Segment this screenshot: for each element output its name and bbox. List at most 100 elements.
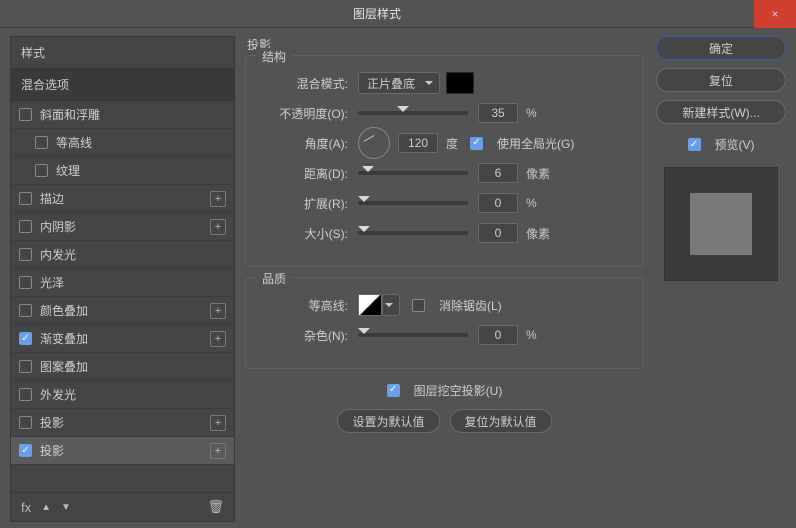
action-sidebar: 确定 复位 新建样式(W)... 预览(V): [656, 36, 786, 522]
new-style-button[interactable]: 新建样式(W)...: [656, 100, 786, 124]
reset-default-button[interactable]: 复位为默认值: [450, 409, 552, 433]
checkbox-icon[interactable]: [19, 276, 32, 289]
style-item-9[interactable]: 图案叠加: [11, 353, 234, 381]
ok-button[interactable]: 确定: [656, 36, 786, 60]
cancel-button[interactable]: 复位: [656, 68, 786, 92]
fx-icon[interactable]: fx: [21, 500, 31, 515]
style-item-2[interactable]: 纹理: [11, 157, 234, 185]
size-slider[interactable]: [358, 231, 468, 235]
checkbox-icon[interactable]: [19, 108, 32, 121]
style-item-3[interactable]: 描边 +: [11, 185, 234, 213]
style-item-11[interactable]: 投影 +: [11, 409, 234, 437]
blend-mode-label: 混合模式:: [258, 75, 348, 92]
size-input[interactable]: [478, 223, 518, 243]
angle-dial[interactable]: [358, 127, 390, 159]
close-icon: ×: [771, 7, 778, 21]
angle-unit: 度: [446, 135, 458, 152]
checkbox-icon: [688, 138, 701, 151]
style-item-label: 投影: [40, 442, 64, 459]
checkbox-icon[interactable]: [19, 360, 32, 373]
contour-dropdown[interactable]: [382, 294, 400, 316]
checkbox-icon[interactable]: [35, 136, 48, 149]
style-item-7[interactable]: 颜色叠加 +: [11, 297, 234, 325]
trash-icon[interactable]: 🗑: [207, 499, 224, 515]
distance-input[interactable]: [478, 163, 518, 183]
quality-legend: 品质: [256, 270, 292, 287]
add-effect-icon[interactable]: +: [210, 443, 226, 459]
contour-picker[interactable]: [358, 294, 382, 316]
style-item-12[interactable]: 投影 +: [11, 437, 234, 465]
blend-mode-select[interactable]: 正片叠底: [358, 72, 440, 94]
angle-label: 角度(A):: [258, 135, 348, 152]
arrow-up-icon[interactable]: ▲: [41, 502, 51, 513]
checkbox-icon[interactable]: [19, 248, 32, 261]
center-panel: 投影 结构 混合模式: 正片叠底 不透明度(O): % 角度(A):: [245, 36, 644, 522]
titlebar: 图层样式 ×: [0, 0, 796, 28]
angle-input[interactable]: [398, 133, 438, 153]
style-item-10[interactable]: 外发光: [11, 381, 234, 409]
shadow-color-swatch[interactable]: [446, 72, 474, 94]
noise-slider[interactable]: [358, 333, 468, 337]
checkbox-icon[interactable]: [19, 444, 32, 457]
checkbox-icon[interactable]: [35, 164, 48, 177]
close-button[interactable]: ×: [754, 0, 796, 28]
add-effect-icon[interactable]: +: [210, 331, 226, 347]
style-item-label: 纹理: [56, 162, 80, 179]
effect-heading: 投影: [245, 36, 644, 55]
spread-unit: %: [526, 196, 537, 210]
structure-legend: 结构: [256, 48, 292, 65]
style-item-label: 内发光: [40, 246, 76, 263]
styles-footer: fx ▲ ▼ 🗑: [11, 492, 234, 521]
checkbox-icon[interactable]: [19, 416, 32, 429]
opacity-input[interactable]: [478, 103, 518, 123]
style-item-label: 描边: [40, 190, 64, 207]
distance-label: 距离(D):: [258, 165, 348, 182]
preview-box: [664, 167, 778, 281]
distance-slider[interactable]: [358, 171, 468, 175]
noise-input[interactable]: [478, 325, 518, 345]
style-item-6[interactable]: 光泽: [11, 269, 234, 297]
add-effect-icon[interactable]: +: [210, 219, 226, 235]
spread-input[interactable]: [478, 193, 518, 213]
style-item-label: 光泽: [40, 274, 64, 291]
distance-unit: 像素: [526, 165, 550, 182]
checkbox-icon[interactable]: [19, 332, 32, 345]
style-item-label: 颜色叠加: [40, 302, 88, 319]
style-item-8[interactable]: 渐变叠加+: [11, 325, 234, 353]
make-default-button[interactable]: 设置为默认值: [337, 409, 439, 433]
blending-options[interactable]: 混合选项: [11, 69, 234, 101]
checkbox-icon: [470, 137, 483, 150]
main-area: 样式 混合选项 斜面和浮雕等高线纹理描边+内阴影+内发光光泽颜色叠加+渐变叠加+…: [0, 28, 796, 528]
quality-group: 品质 等高线: 消除锯齿(L) 杂色(N): %: [245, 277, 644, 369]
size-unit: 像素: [526, 225, 550, 242]
preview-swatch: [690, 193, 752, 255]
style-item-4[interactable]: 内阴影 +: [11, 213, 234, 241]
antialias-check[interactable]: 消除锯齿(L): [412, 297, 502, 314]
style-item-5[interactable]: 内发光: [11, 241, 234, 269]
arrow-down-icon[interactable]: ▼: [61, 502, 71, 513]
noise-unit: %: [526, 328, 537, 342]
add-effect-icon[interactable]: +: [210, 303, 226, 319]
opacity-slider[interactable]: [358, 111, 468, 115]
checkbox-icon: [387, 384, 400, 397]
checkbox-icon[interactable]: [19, 388, 32, 401]
styles-header[interactable]: 样式: [11, 37, 234, 69]
add-effect-icon[interactable]: +: [210, 191, 226, 207]
style-item-0[interactable]: 斜面和浮雕: [11, 101, 234, 129]
style-item-label: 外发光: [40, 386, 76, 403]
spread-slider[interactable]: [358, 201, 468, 205]
style-item-label: 内阴影: [40, 218, 76, 235]
window-title: 图层样式: [0, 5, 754, 22]
style-item-label: 投影: [40, 414, 64, 431]
opacity-label: 不透明度(O):: [258, 105, 348, 122]
knockout-check[interactable]: 图层挖空投影(U): [387, 382, 503, 399]
checkbox-icon[interactable]: [19, 192, 32, 205]
checkbox-icon[interactable]: [19, 220, 32, 233]
style-item-label: 等高线: [56, 134, 92, 151]
style-item-1[interactable]: 等高线: [11, 129, 234, 157]
checkbox-icon[interactable]: [19, 304, 32, 317]
add-effect-icon[interactable]: +: [210, 415, 226, 431]
global-light-check[interactable]: 使用全局光(G): [470, 135, 574, 152]
checkbox-icon: [412, 299, 425, 312]
preview-check[interactable]: 预览(V): [656, 136, 786, 153]
